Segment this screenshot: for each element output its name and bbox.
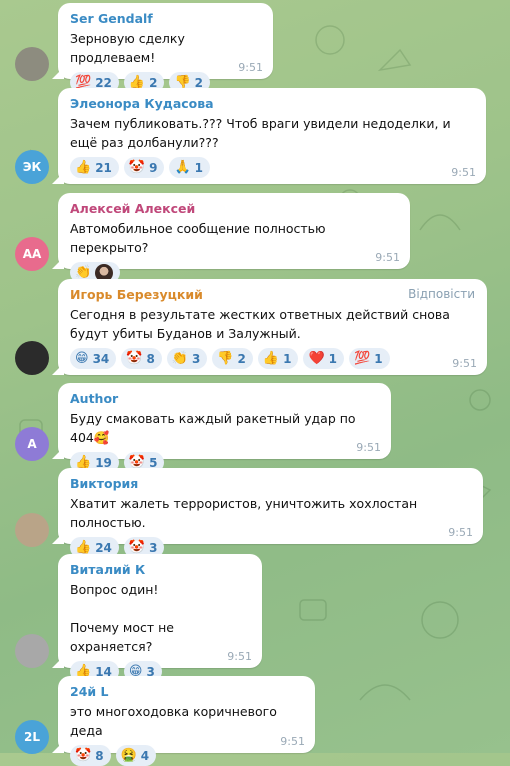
sender-name[interactable]: Виталий К [70,561,252,578]
avatar[interactable] [15,341,49,375]
reply-link[interactable]: Відповісти [408,287,475,301]
grin-icon: 😁 [75,351,89,366]
avatar[interactable] [15,47,49,81]
reaction-count: 1 [194,160,203,175]
message-time: 9:51 [238,61,263,74]
reaction-count: 1 [374,351,383,366]
clown-icon: 🤡 [128,540,146,555]
reaction-chip[interactable]: ❤️ 1 [303,348,344,369]
message-text: Зачем публиковать.??? Чтоб враги увидели… [70,116,455,150]
avatar[interactable]: АА [15,237,49,271]
reaction-chip[interactable]: 👏 3 [166,348,208,369]
clap-icon: 👏 [171,351,188,366]
message-text: Хватит жалеть террористов, уничтожить хо… [70,496,422,530]
heart-icon: ❤️ [308,351,325,366]
message-bubble: Виталий К Вопрос один! Почему мост не охр… [58,554,262,682]
sender-name[interactable]: Элеонора Кудасова [70,95,476,112]
reaction-count: 3 [192,351,201,366]
reactions-row: 👍 21 🤡 9 🙏 1 [70,157,476,178]
reaction-count: 24 [95,540,112,555]
reaction-chip[interactable]: 🤡 9 [123,157,165,178]
message-bubble: 24й L это многоходовка коричневого деда 🤡 8… [58,676,315,766]
thumbs-down-icon: 👎 [217,351,234,366]
sender-name[interactable]: Ser Gendalf [70,10,263,27]
reaction-chip[interactable]: 👍 21 [70,157,119,178]
sender-name[interactable]: Алексей Алексей [70,200,400,217]
reaction-chip[interactable]: 👎 2 [212,348,253,369]
message-bubble: Игорь Березуцкий Відповісти Сегодня в резу… [58,279,487,375]
reaction-count: 9 [149,160,158,175]
message-time: 9:51 [452,357,477,370]
message-bubble: Ser Gendalf Зерновую сделку продлеваем! 💯 2… [58,3,273,93]
thumbs-up-icon: 👍 [75,160,92,175]
message-text: Буду смаковать каждый ракетный удар по 4… [70,411,360,445]
reaction-count: 3 [149,540,158,555]
message-bubble: Алексей Алексей Автомобильное сообщение п… [58,193,410,283]
reaction-count: 1 [283,351,292,366]
thumbs-up-icon: 👍 [262,351,280,366]
message-bubble: Author Буду смаковать каждый ракетный уда… [58,383,391,473]
message-text: Автомобильное сообщение полностью перекр… [70,221,330,255]
clown-icon: 🤡 [126,351,143,366]
reaction-count: 4 [140,748,150,763]
reaction-chip[interactable]: 💯 1 [349,348,390,369]
vomit-icon: 🤮 [120,748,137,763]
message-time: 9:51 [451,166,476,179]
reaction-chip[interactable]: 🤡 8 [70,745,111,766]
sender-name[interactable]: Author [70,390,381,407]
reaction-count: 34 [92,351,110,366]
message-time: 9:51 [227,650,252,663]
reactions-row: 😁 34 🤡 8 👏 3 👎 2 👍 1 ❤️ 1 💯 1 [70,348,477,369]
reaction-chip[interactable]: 🤮 4 [115,745,157,766]
thumbs-up-icon: 👍 [75,540,92,555]
message-text: Вопрос один! Почему мост не охраняется? [70,582,174,654]
sender-name[interactable]: Виктория [70,475,473,492]
hundred-icon: 💯 [354,351,371,366]
reactions-row: 🤡 8 🤮 4 [70,745,305,766]
avatar[interactable] [15,513,49,547]
reaction-count: 8 [95,748,104,763]
pray-icon: 🙏 [174,160,191,175]
clown-icon: 🤡 [75,748,92,763]
message-bubble: Виктория Хватит жалеть террористов, уничт… [58,468,483,558]
reaction-count: 2 [237,351,246,366]
message-time: 9:51 [280,735,305,748]
clap-icon: 👏 [75,265,92,280]
clown-icon: 🤡 [128,160,146,175]
reaction-count: 1 [328,351,337,366]
reaction-chip[interactable]: 😁 34 [70,348,117,369]
message-text: Сегодня в результате жестких ответных де… [70,307,454,341]
reaction-chip[interactable]: 🙏 1 [169,157,210,178]
message-text: это многоходовка коричневого деда [70,704,281,738]
message-time: 9:51 [448,526,473,539]
reaction-chip[interactable]: 👍 1 [257,348,299,369]
reaction-count: 21 [95,160,112,175]
avatar[interactable]: ЭК [15,150,49,184]
message-time: 9:51 [356,441,381,454]
reaction-chip[interactable]: 🤡 8 [121,348,162,369]
avatar[interactable]: A [15,427,49,461]
sender-name[interactable]: 24й L [70,683,305,700]
avatar[interactable] [15,634,49,668]
message-time: 9:51 [375,251,400,264]
avatar[interactable]: 2L [15,720,49,754]
reaction-count: 8 [146,351,155,366]
message-text: Зерновую сделку продлеваем! [70,31,189,65]
message-bubble: Элеонора Кудасова Зачем публиковать.??? Ч… [58,88,486,184]
